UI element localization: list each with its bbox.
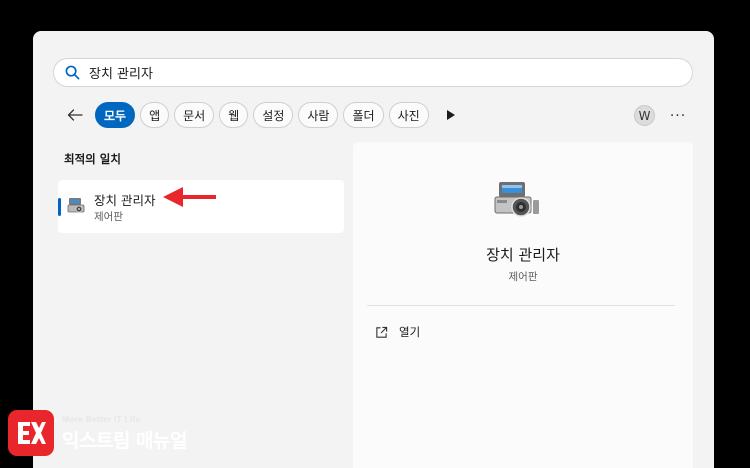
watermark-tagline: More Better IT Life	[62, 413, 141, 424]
brand-logo-icon	[8, 410, 54, 456]
back-button[interactable]	[61, 102, 89, 128]
search-panel: 모두 앱 문서 웹 설정 사람 폴더 사진 W ··· 최적의 일치 장치 관리…	[33, 31, 714, 468]
watermark-brand: 익스트림 매뉴얼	[62, 429, 187, 452]
device-manager-icon	[494, 182, 539, 217]
filter-chip-all[interactable]: 모두	[95, 102, 136, 128]
filter-chip-people[interactable]: 사람	[298, 102, 339, 128]
filter-chip-photos[interactable]: 사진	[388, 102, 429, 128]
search-box[interactable]	[53, 58, 693, 87]
filter-chip-apps[interactable]: 앱	[140, 102, 170, 128]
open-action[interactable]: 열기	[375, 322, 420, 342]
more-options-button[interactable]: ···	[667, 105, 689, 126]
filter-chip-documents[interactable]: 문서	[174, 102, 215, 128]
more-filters-button[interactable]	[438, 102, 464, 128]
open-action-label: 열기	[399, 325, 421, 339]
device-manager-icon	[67, 198, 85, 213]
filter-chip-web[interactable]: 웹	[219, 102, 249, 128]
result-subtitle: 제어판	[94, 211, 123, 223]
open-external-icon	[376, 326, 388, 338]
annotation-arrow-icon	[163, 187, 216, 207]
search-input[interactable]	[89, 65, 649, 80]
back-arrow-icon	[67, 109, 83, 121]
detail-title: 장치 관리자	[486, 246, 560, 264]
search-icon	[65, 65, 80, 80]
filter-chip-settings[interactable]: 설정	[253, 102, 294, 128]
detail-divider	[367, 305, 675, 306]
filter-chip-folders[interactable]: 폴더	[343, 102, 384, 128]
detail-pane: 장치 관리자 제어판 열기	[353, 142, 693, 468]
selection-indicator	[58, 198, 61, 216]
filter-bar: 모두 앱 문서 웹 설정 사람 폴더 사진	[61, 102, 464, 128]
account-avatar[interactable]: W	[634, 105, 655, 126]
play-icon	[446, 110, 455, 120]
best-match-heading: 최적의 일치	[64, 152, 121, 166]
watermark: More Better IT Life 익스트림 매뉴얼	[8, 410, 187, 456]
result-title: 장치 관리자	[94, 193, 156, 208]
detail-subtitle: 제어판	[508, 271, 538, 283]
